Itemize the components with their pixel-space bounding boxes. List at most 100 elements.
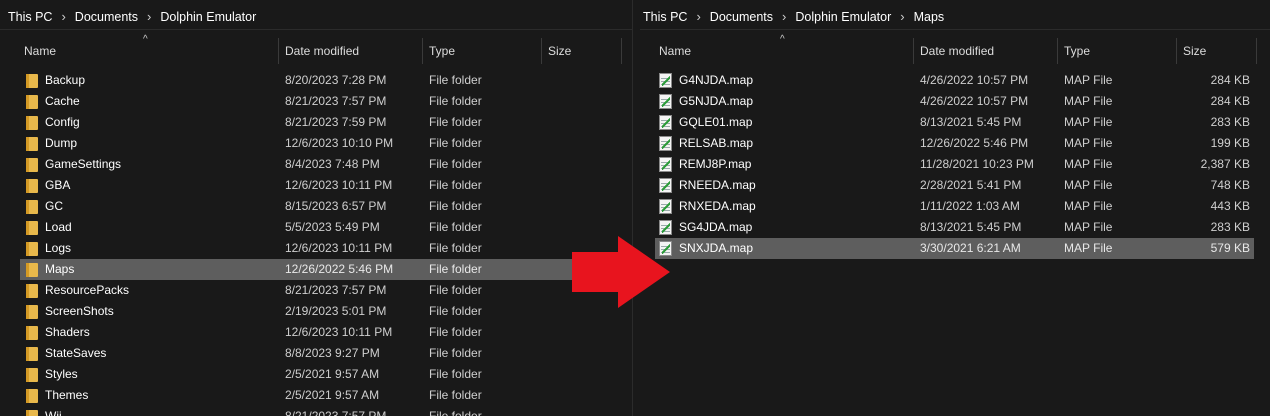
map-file-icon	[659, 220, 672, 235]
folder-icon	[26, 74, 38, 88]
item-name: G4NJDA.map	[679, 73, 754, 87]
item-name: ResourcePacks	[45, 283, 130, 297]
file-row[interactable]: RNXEDA.map 1/11/2022 1:03 AM MAP File 443 K…	[655, 196, 1254, 217]
file-row[interactable]: SNXJDA.map 3/30/2021 6:21 AM MAP File 579 K…	[655, 238, 1254, 259]
file-row[interactable]: G5NJDA.map 4/26/2022 10:57 PM MAP File 284 …	[655, 91, 1254, 112]
folder-row[interactable]: Load 5/5/2023 5:49 PM File folder	[20, 217, 632, 238]
item-type: File folder	[429, 199, 482, 213]
folder-icon	[26, 137, 38, 151]
folder-row[interactable]: Dump 12/6/2023 10:10 PM File folder	[20, 133, 632, 154]
item-type: File folder	[429, 94, 482, 108]
item-date-modified: 4/26/2022 10:57 PM	[920, 94, 1029, 108]
folder-row[interactable]: ScreenShots 2/19/2023 5:01 PM File folder	[20, 301, 632, 322]
item-name: Maps	[45, 262, 75, 276]
pane-divider[interactable]	[632, 0, 640, 416]
column-header-type[interactable]: Type	[1058, 38, 1177, 64]
breadcrumb-this-pc[interactable]: This PC	[8, 10, 52, 24]
file-row[interactable]: GQLE01.map 8/13/2021 5:45 PM MAP File 283 K…	[655, 112, 1254, 133]
item-type: File folder	[429, 220, 482, 234]
item-date-modified: 4/26/2022 10:57 PM	[920, 73, 1029, 87]
folder-row[interactable]: StateSaves 8/8/2023 9:27 PM File folder	[20, 343, 632, 364]
chevron-right-icon[interactable]: ›	[61, 9, 65, 24]
folder-row[interactable]: Logs 12/6/2023 10:11 PM File folder	[20, 238, 632, 259]
chevron-right-icon[interactable]: ›	[782, 9, 786, 24]
map-file-icon	[659, 73, 672, 88]
folder-icon	[26, 116, 38, 130]
folder-row[interactable]: GC 8/15/2023 6:57 PM File folder	[20, 196, 632, 217]
chevron-right-icon[interactable]: ›	[900, 9, 904, 24]
item-type: File folder	[429, 241, 482, 255]
folder-row[interactable]: Styles 2/5/2021 9:57 AM File folder	[20, 364, 632, 385]
folder-icon	[26, 158, 38, 172]
folder-row[interactable]: Cache 8/21/2023 7:57 PM File folder	[20, 91, 632, 112]
file-row[interactable]: G4NJDA.map 4/26/2022 10:57 PM MAP File 284 …	[655, 70, 1254, 91]
left-file-list: Backup 8/20/2023 7:28 PM File folder Cache 8…	[0, 70, 632, 416]
file-row[interactable]: REMJ8P.map 11/28/2021 10:23 PM MAP File 2,3…	[655, 154, 1254, 175]
breadcrumb-maps[interactable]: Maps	[914, 10, 945, 24]
item-size: 748 KB	[1210, 178, 1250, 192]
folder-icon	[26, 305, 38, 319]
item-type: MAP File	[1064, 94, 1113, 108]
item-size: 199 KB	[1210, 136, 1250, 150]
item-date-modified: 12/6/2023 10:11 PM	[285, 241, 393, 255]
chevron-right-icon[interactable]: ›	[696, 9, 700, 24]
item-size: 2,387 KB	[1200, 157, 1250, 171]
item-date-modified: 2/5/2021 9:57 AM	[285, 367, 380, 381]
column-header-date-modified[interactable]: Date modified	[914, 38, 1058, 64]
item-name: REMJ8P.map	[679, 157, 752, 171]
item-type: File folder	[429, 136, 482, 150]
item-name: SG4JDA.map	[679, 220, 753, 234]
breadcrumb-documents[interactable]: Documents	[75, 10, 138, 24]
column-header-size[interactable]: Size	[1177, 38, 1257, 64]
item-type: File folder	[429, 115, 482, 129]
column-header-size[interactable]: Size	[542, 38, 622, 64]
folder-icon	[26, 200, 38, 214]
breadcrumb-this-pc[interactable]: This PC	[643, 10, 687, 24]
chevron-right-icon[interactable]: ›	[147, 9, 151, 24]
folder-icon	[26, 95, 38, 109]
file-row[interactable]: SG4JDA.map 8/13/2021 5:45 PM MAP File 283 K…	[655, 217, 1254, 238]
folder-row[interactable]: GBA 12/6/2023 10:11 PM File folder	[20, 175, 632, 196]
file-row[interactable]: RNEEDA.map 2/28/2021 5:41 PM MAP File 748 K…	[655, 175, 1254, 196]
breadcrumb-dolphin-emulator[interactable]: Dolphin Emulator	[160, 10, 256, 24]
column-header-name[interactable]: Name	[18, 38, 279, 64]
folder-row[interactable]: Shaders 12/6/2023 10:11 PM File folder	[20, 322, 632, 343]
item-name: Dump	[45, 136, 78, 150]
column-header-name[interactable]: Name	[653, 38, 914, 64]
item-name: Backup	[45, 73, 86, 87]
item-type: File folder	[429, 367, 482, 381]
item-name: RNEEDA.map	[679, 178, 756, 192]
item-size: 284 KB	[1210, 94, 1250, 108]
folder-icon	[26, 326, 38, 340]
item-type: MAP File	[1064, 220, 1113, 234]
folder-icon	[26, 368, 38, 382]
folder-row[interactable]: GameSettings 8/4/2023 7:48 PM File folder	[20, 154, 632, 175]
item-type: File folder	[429, 73, 482, 87]
map-file-icon	[659, 136, 672, 151]
item-size: 283 KB	[1210, 115, 1250, 129]
item-name: RNXEDA.map	[679, 199, 756, 213]
column-header-date-modified[interactable]: Date modified	[279, 38, 423, 64]
item-name: GameSettings	[45, 157, 122, 171]
right-file-list: G4NJDA.map 4/26/2022 10:57 PM MAP File 284 …	[640, 70, 1270, 259]
column-header-type[interactable]: Type	[423, 38, 542, 64]
item-date-modified: 8/21/2023 7:57 PM	[285, 283, 387, 297]
folder-row[interactable]: Maps 12/26/2022 5:46 PM File folder	[20, 259, 632, 280]
breadcrumb-documents[interactable]: Documents	[710, 10, 773, 24]
folder-icon	[26, 389, 38, 403]
item-date-modified: 1/11/2022 1:03 AM	[920, 199, 1020, 213]
folder-row[interactable]: Config 8/21/2023 7:59 PM File folder	[20, 112, 632, 133]
item-type: File folder	[429, 178, 482, 192]
folder-row[interactable]: ResourcePacks 8/21/2023 7:57 PM File folde…	[20, 280, 632, 301]
folder-row[interactable]: Wii 8/21/2023 7:57 PM File folder	[20, 406, 632, 416]
map-file-icon	[659, 115, 672, 130]
left-address-bar[interactable]: This PC › Documents › Dolphin Emulator	[0, 4, 632, 30]
folder-row[interactable]: Themes 2/5/2021 9:57 AM File folder	[20, 385, 632, 406]
item-type: MAP File	[1064, 136, 1113, 150]
right-address-bar[interactable]: This PC › Documents › Dolphin Emulator ›…	[640, 4, 1270, 30]
breadcrumb-dolphin-emulator[interactable]: Dolphin Emulator	[795, 10, 891, 24]
folder-row[interactable]: Backup 8/20/2023 7:28 PM File folder	[20, 70, 632, 91]
folder-icon	[26, 284, 38, 298]
item-name: Wii	[45, 409, 62, 416]
file-row[interactable]: RELSAB.map 12/26/2022 5:46 PM MAP File 199 …	[655, 133, 1254, 154]
